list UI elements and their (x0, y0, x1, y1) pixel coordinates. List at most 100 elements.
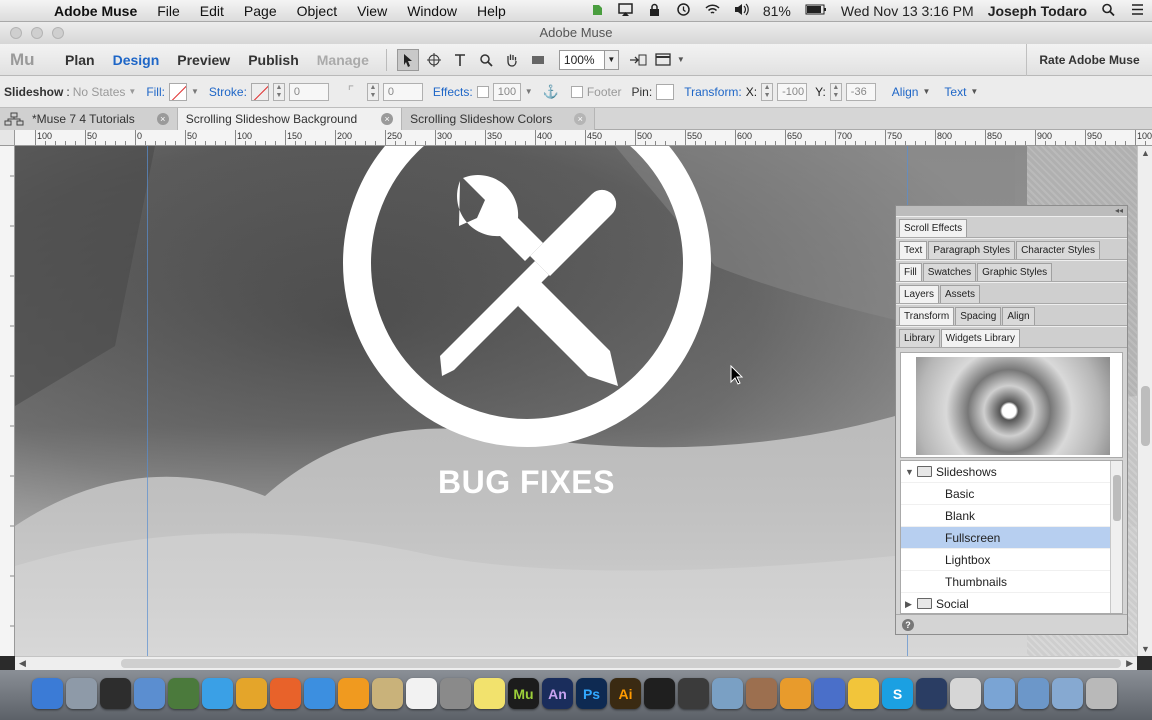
horizontal-scrollbar[interactable]: ◀ ▶ (15, 656, 1137, 670)
crop-tool-icon[interactable] (423, 49, 445, 71)
stroke-link[interactable]: Stroke: (209, 85, 247, 99)
fill-swatch[interactable] (168, 82, 187, 101)
tab-spacing[interactable]: Spacing (955, 307, 1002, 325)
dock-dashboard-icon[interactable] (100, 678, 131, 709)
dock-aperture-icon[interactable] (644, 678, 675, 709)
menu-object[interactable]: Object (287, 3, 347, 19)
user-name[interactable]: Joseph Todaro (981, 3, 1094, 19)
rate-adobe-muse-button[interactable]: Rate Adobe Muse (1026, 44, 1152, 76)
zoom-level-input[interactable]: 100% (558, 49, 605, 70)
footer-checkbox[interactable] (570, 85, 583, 98)
corner-radius-field[interactable]: 0 (382, 82, 423, 101)
scroll-right-icon[interactable]: ▶ (1126, 658, 1133, 669)
tab-align[interactable]: Align (1002, 307, 1035, 325)
evernote-icon[interactable] (582, 3, 611, 19)
dock-image-capture-icon[interactable] (168, 678, 199, 709)
dock-skype-icon[interactable]: S (882, 678, 913, 709)
zoom-dropdown-icon[interactable]: ▼ (604, 49, 619, 70)
y-stepper[interactable]: ▲ ▼ (829, 82, 842, 101)
fill-chevron-down-icon[interactable]: ▼ (191, 87, 199, 96)
dock-quicktime-icon[interactable] (916, 678, 947, 709)
vertical-scroll-thumb[interactable] (1141, 386, 1150, 446)
scroll-up-icon[interactable]: ▲ (1141, 148, 1150, 158)
tab-text[interactable]: Text (899, 241, 928, 259)
close-tab-icon[interactable]: × (381, 113, 394, 125)
tab-fill[interactable]: Fill (899, 263, 922, 281)
tab-scroll-effects[interactable]: Scroll Effects (899, 219, 968, 237)
dock-cyberduck-icon[interactable] (848, 678, 879, 709)
airplay-icon[interactable] (611, 3, 640, 19)
tree-scrollbar[interactable] (1110, 461, 1122, 613)
corner-stepper[interactable]: ▲ ▼ (366, 82, 379, 101)
mode-preview[interactable]: Preview (168, 52, 239, 68)
tab-character-styles[interactable]: Character Styles (1016, 241, 1100, 259)
mode-publish[interactable]: Publish (239, 52, 308, 68)
dock-muse-icon[interactable]: Mu (508, 678, 539, 709)
vertical-ruler[interactable] (0, 146, 15, 656)
scroll-left-icon[interactable]: ◀ (19, 658, 26, 669)
tab-scrolling-slideshow-background[interactable]: Scrolling Slideshow Background × (177, 108, 403, 130)
tree-folder-social[interactable]: ▶ Social (901, 593, 1122, 613)
menu-file[interactable]: File (147, 3, 190, 19)
close-tab-icon[interactable]: × (574, 113, 587, 125)
tab-assets[interactable]: Assets (940, 285, 981, 303)
panel-collapse-icon[interactable]: ◂◂ (896, 206, 1127, 216)
vertical-scrollbar[interactable]: ▲ ▼ (1137, 146, 1152, 656)
close-tab-icon[interactable]: × (156, 113, 169, 125)
minimize-window-button[interactable] (31, 27, 43, 39)
stroke-width-field[interactable]: 0 (288, 82, 329, 101)
tab-scrolling-slideshow-colors[interactable]: Scrolling Slideshow Colors × (402, 108, 596, 130)
tab-graphic-styles[interactable]: Graphic Styles (977, 263, 1053, 281)
tab-paragraph-styles[interactable]: Paragraph Styles (928, 241, 1016, 259)
y-position-field[interactable]: -36 (845, 82, 876, 101)
dock-launchpad-icon[interactable] (66, 678, 97, 709)
tree-item-thumbnails[interactable]: Thumbnails (901, 571, 1122, 593)
dock-preview2-icon[interactable] (712, 678, 743, 709)
dock-downloads-icon[interactable] (1018, 678, 1049, 709)
folder-collapsed-icon[interactable]: ▶ (905, 593, 912, 613)
clock[interactable]: Wed Nov 13 3:16 PM (834, 3, 981, 19)
dock-firefox-icon[interactable] (270, 678, 301, 709)
lock-icon[interactable] (640, 3, 669, 19)
horizontal-scroll-thumb[interactable] (121, 659, 1121, 668)
dock-finder-icon[interactable] (32, 678, 63, 709)
dock-illustrator-icon[interactable]: Ai (610, 678, 641, 709)
fill-link[interactable]: Fill: (146, 85, 165, 99)
layout-dropdown-icon[interactable]: ▼ (677, 55, 685, 64)
transform-link[interactable]: Transform: (684, 85, 742, 99)
tree-scroll-thumb[interactable] (1113, 475, 1121, 521)
menu-view[interactable]: View (347, 3, 397, 19)
mode-manage[interactable]: Manage (308, 52, 378, 68)
dock-trash-icon[interactable] (1086, 678, 1117, 709)
dock-animate-icon[interactable]: An (542, 678, 573, 709)
text-tool-icon[interactable] (449, 49, 471, 71)
opacity-chevron-down-icon[interactable]: ▼ (525, 87, 533, 96)
dock-contacts-icon[interactable] (372, 678, 403, 709)
tab-library[interactable]: Library (899, 329, 940, 347)
effects-toggle-icon[interactable] (476, 85, 489, 98)
horizontal-ruler[interactable]: 100 50 0 50 100 150 200 250 300 350 400 450 500 550 60… (15, 130, 1152, 146)
dock-chrome-icon[interactable] (236, 678, 267, 709)
dock-ibooks-icon[interactable] (338, 678, 369, 709)
align-chevron-down-icon[interactable]: ▼ (922, 87, 930, 96)
tab-swatches[interactable]: Swatches (922, 263, 977, 281)
design-canvas[interactable]: BUG FIXES ◂◂ Scroll Effects Text Paragra… (15, 146, 1137, 656)
menu-edit[interactable]: Edit (190, 3, 234, 19)
dock-preview-icon[interactable] (134, 678, 165, 709)
dock-calculator-icon[interactable] (440, 678, 471, 709)
zoom-window-button[interactable] (52, 27, 64, 39)
dock-safari-icon[interactable] (202, 678, 233, 709)
pin-position-icon[interactable] (656, 83, 675, 100)
tab-widgets-library[interactable]: Widgets Library (940, 329, 1021, 347)
selection-tool-icon[interactable] (396, 48, 419, 71)
app-menu[interactable]: Adobe Muse (44, 3, 147, 19)
text-menu[interactable]: Text (944, 85, 966, 99)
align-menu[interactable]: Align (892, 85, 919, 99)
tree-folder-slideshows[interactable]: ▼ Slideshows (901, 461, 1122, 483)
spotlight-icon[interactable] (1094, 3, 1123, 19)
opacity-field[interactable]: 100 (492, 82, 521, 101)
dock-photoshop-icon[interactable]: Ps (576, 678, 607, 709)
tab-layers[interactable]: Layers (899, 285, 940, 303)
menu-window[interactable]: Window (397, 3, 467, 19)
dock-stickies-icon[interactable] (474, 678, 505, 709)
